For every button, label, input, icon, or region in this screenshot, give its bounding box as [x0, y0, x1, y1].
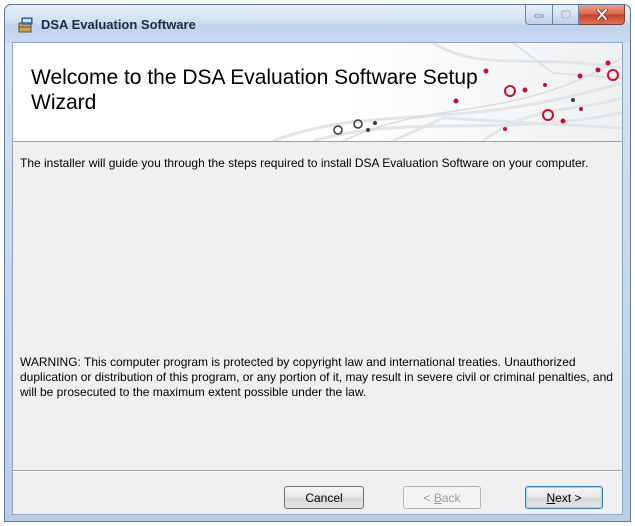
title-bar[interactable]: DSA Evaluation Software [5, 5, 630, 43]
intro-text: The installer will guide you through the… [20, 156, 589, 170]
next-button-mnemonic: N [546, 490, 556, 505]
maximize-icon [560, 10, 571, 19]
setup-window: DSA Evaluation Software Welcome to the D… [4, 4, 631, 522]
back-button-prefix: < [423, 490, 434, 505]
window-controls [525, 5, 625, 25]
button-separator [13, 470, 622, 472]
minimize-button[interactable] [525, 5, 553, 25]
wizard-client-area: Welcome to the DSA Evaluation Software S… [12, 42, 623, 515]
close-button[interactable] [579, 5, 625, 25]
next-button-rest: ext > [555, 490, 582, 505]
back-button-rest: ack [441, 490, 461, 505]
maximize-button[interactable] [553, 5, 579, 25]
copyright-warning-text: WARNING: This computer program is protec… [20, 355, 613, 399]
wizard-title: Welcome to the DSA Evaluation Software S… [31, 66, 478, 114]
close-icon [595, 9, 608, 20]
cancel-button[interactable]: Cancel [284, 486, 364, 509]
next-button[interactable]: Next > [525, 486, 603, 509]
minimize-icon [534, 14, 544, 17]
back-button-mnemonic: B [433, 490, 442, 505]
window-title: DSA Evaluation Software [41, 17, 196, 32]
back-button[interactable]: < Back [403, 486, 481, 509]
installer-package-icon [18, 17, 33, 33]
wizard-banner: Welcome to the DSA Evaluation Software S… [13, 43, 622, 142]
